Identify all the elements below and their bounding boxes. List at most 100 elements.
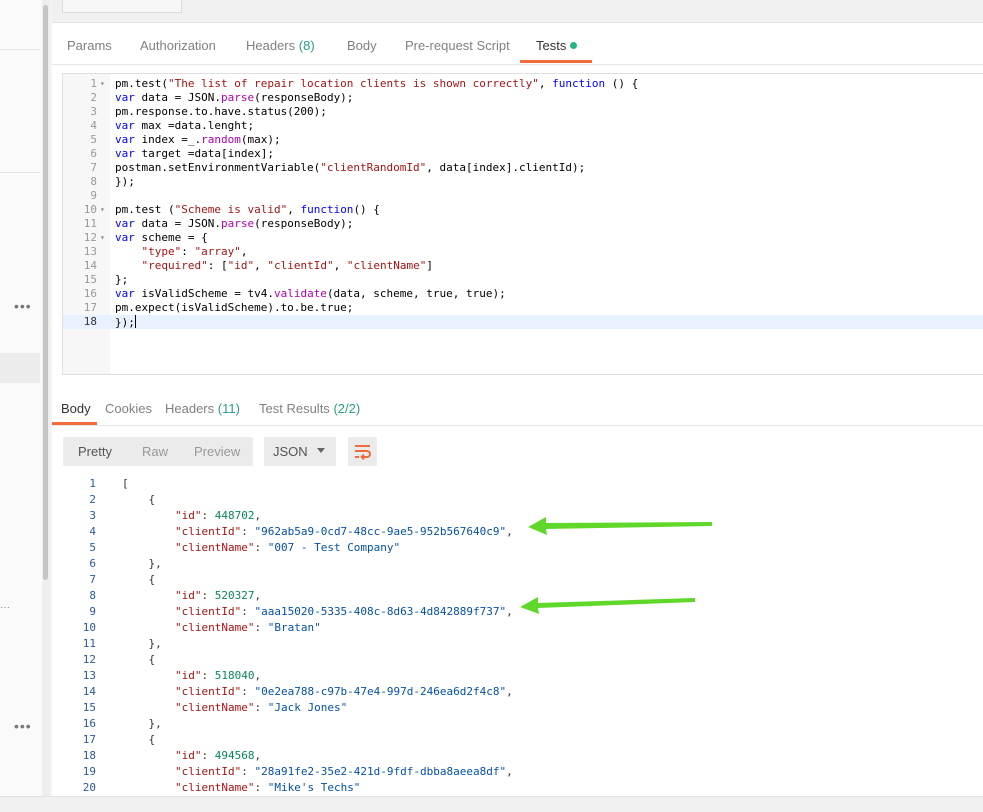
response-line: 15 "clientName": "Jack Jones" — [52, 700, 983, 716]
line-number: 15 — [82, 701, 96, 714]
code-line[interactable]: 7 postman.setEnvironmentVariable("clientR… — [63, 161, 983, 175]
response-text: "clientName": "Jack Jones" — [174, 701, 348, 714]
line-number: 9 — [90, 189, 97, 202]
tab-label: Body — [347, 38, 377, 53]
response-body-viewer[interactable]: 1[2 {3 "id": 448702, 4 "clientId": "962ab… — [52, 476, 983, 796]
code-text: postman.setEnvironmentVariable("clientRa… — [115, 161, 586, 174]
tab-response-headers[interactable]: Headers (11) — [165, 401, 240, 416]
code-line[interactable]: 17 pm.expect(isValidScheme).to.be.true; — [63, 301, 983, 315]
line-number: 5 — [90, 133, 97, 146]
more-horizontal-icon[interactable]: ••• — [14, 298, 32, 314]
tab-label: Headers — [246, 38, 296, 53]
line-number: 10 — [82, 621, 96, 634]
tab-params[interactable]: Params — [67, 38, 112, 53]
response-text: "clientName": "007 - Test Company" — [174, 541, 401, 554]
code-line[interactable]: 5 var index =_.random(max); — [63, 133, 983, 147]
tab-test-results[interactable]: Test Results (2/2) — [259, 401, 360, 416]
more-horizontal-icon[interactable]: ••• — [14, 718, 32, 734]
format-select[interactable]: JSON — [264, 437, 336, 466]
code-line[interactable]: 8}); — [63, 175, 983, 189]
code-text: pm.expect(isValidScheme).to.be.true; — [115, 301, 354, 314]
tab-response-body[interactable]: Body — [61, 401, 91, 416]
sidebar: ••• ··· ••• — [0, 0, 43, 811]
active-tab-underline — [520, 60, 592, 63]
scrollbar-thumb[interactable] — [43, 5, 48, 580]
code-text: pm.test ("Scheme is valid", function() { — [115, 203, 380, 216]
response-line: 14 "clientId": "0e2ea788-c97b-47e4-997d-… — [52, 684, 983, 700]
code-text: var max =data.lenght; — [115, 119, 255, 132]
bottom-scrollbar[interactable] — [0, 796, 983, 812]
code-line[interactable]: 2 var data = JSON.parse(responseBody); — [63, 91, 983, 105]
raw-button[interactable]: Raw — [142, 444, 168, 459]
tab-cookies[interactable]: Cookies — [105, 401, 152, 416]
response-line: 2 { — [52, 492, 983, 508]
line-number: 1 — [90, 77, 97, 90]
response-text: "clientId": "0e2ea788-c97b-47e4-997d-246… — [174, 685, 513, 698]
response-tabs: Body Cookies Headers (11) Test Results (… — [52, 385, 983, 426]
code-text: pm.response.to.have.status(200); — [115, 105, 327, 118]
response-text: "id": 518040, — [174, 669, 262, 682]
response-line: 4 "clientId": "962ab5a9-0cd7-48cc-9ae5-9… — [52, 524, 983, 540]
line-number: 4 — [89, 525, 96, 538]
line-number: 17 — [83, 301, 97, 314]
response-text: "clientId": "962ab5a9-0cd7-48cc-9ae5-952… — [174, 525, 513, 538]
code-line[interactable]: 3 pm.response.to.have.status(200); — [63, 105, 983, 119]
method-select[interactable] — [62, 0, 182, 13]
response-text: [ — [122, 477, 129, 490]
code-line[interactable]: 4 var max =data.lenght; — [63, 119, 983, 133]
line-number: 19 — [82, 765, 96, 778]
tab-body[interactable]: Body — [347, 38, 377, 53]
tab-headers[interactable]: Headers (8) — [246, 38, 315, 53]
tab-label: Params — [67, 38, 112, 53]
fold-toggle-icon[interactable]: ▾ — [100, 231, 105, 245]
tab-authorization[interactable]: Authorization — [140, 38, 216, 53]
chevron-down-icon — [317, 448, 325, 453]
active-tab-underline — [52, 422, 97, 425]
line-number: 17 — [82, 733, 96, 746]
code-text: "type": "array", — [141, 245, 248, 258]
tab-pre-request-script[interactable]: Pre-request Script — [405, 38, 510, 53]
line-number: 9 — [89, 605, 96, 618]
response-line: 19 "clientId": "28a91fe2-35e2-421d-9fdf-… — [52, 764, 983, 780]
preview-button[interactable]: Preview — [194, 444, 240, 459]
code-line[interactable]: 13 "type": "array", — [63, 245, 983, 259]
tab-label: Test Results — [259, 401, 330, 416]
code-line[interactable]: 10 ▾ pm.test ("Scheme is valid", function(… — [63, 203, 983, 217]
code-text: var isValidScheme = tv4.validate(data, s… — [115, 287, 506, 300]
code-line[interactable]: 12 ▾ var scheme = { — [63, 231, 983, 245]
pretty-button[interactable]: Pretty — [78, 444, 112, 459]
code-line[interactable]: 14 "required": ["id", "clientId", "clien… — [63, 259, 983, 273]
view-mode-group: Pretty Raw Preview — [63, 437, 253, 466]
tab-tests[interactable]: Tests — [536, 38, 578, 53]
more-horizontal-icon[interactable]: ··· — [0, 602, 10, 613]
line-number: 7 — [89, 573, 96, 586]
code-line[interactable]: 6 var target =data[index]; — [63, 147, 983, 161]
tab-label: Tests — [536, 38, 567, 53]
line-number: 18 — [83, 315, 97, 328]
code-line[interactable]: 15}; — [63, 273, 983, 287]
line-number: 8 — [89, 589, 96, 602]
response-text: }, — [122, 637, 162, 650]
tab-count: (2/2) — [333, 401, 361, 416]
line-number: 3 — [89, 509, 96, 522]
fold-toggle-icon[interactable]: ▾ — [100, 203, 105, 217]
sidebar-scrollbar[interactable] — [42, 0, 50, 811]
code-text: }); — [115, 175, 135, 188]
url-bar-area — [52, 0, 983, 23]
code-line[interactable]: 18}); — [63, 315, 983, 329]
tests-code-editor[interactable]: 1 ▾ pm.test("The list of repair location c… — [62, 73, 983, 375]
code-line[interactable]: 11 var data = JSON.parse(responseBody); — [63, 217, 983, 231]
line-number: 14 — [83, 259, 97, 272]
code-line[interactable]: 1 ▾ pm.test("The list of repair location c… — [63, 77, 983, 91]
response-line: 5 "clientName": "007 - Test Company" — [52, 540, 983, 556]
sidebar-selected-item[interactable] — [0, 353, 40, 383]
code-line[interactable]: 9 — [63, 189, 983, 203]
line-number: 14 — [82, 685, 96, 698]
tab-label: Authorization — [140, 38, 216, 53]
tab-label: Headers — [165, 401, 215, 416]
code-line[interactable]: 16 var isValidScheme = tv4.validate(data,… — [63, 287, 983, 301]
format-select-label: JSON — [273, 444, 308, 459]
fold-toggle-icon[interactable]: ▾ — [100, 77, 105, 91]
response-line: 20 "clientName": "Mike's Techs" — [52, 780, 983, 796]
wrap-lines-button[interactable] — [348, 437, 377, 466]
